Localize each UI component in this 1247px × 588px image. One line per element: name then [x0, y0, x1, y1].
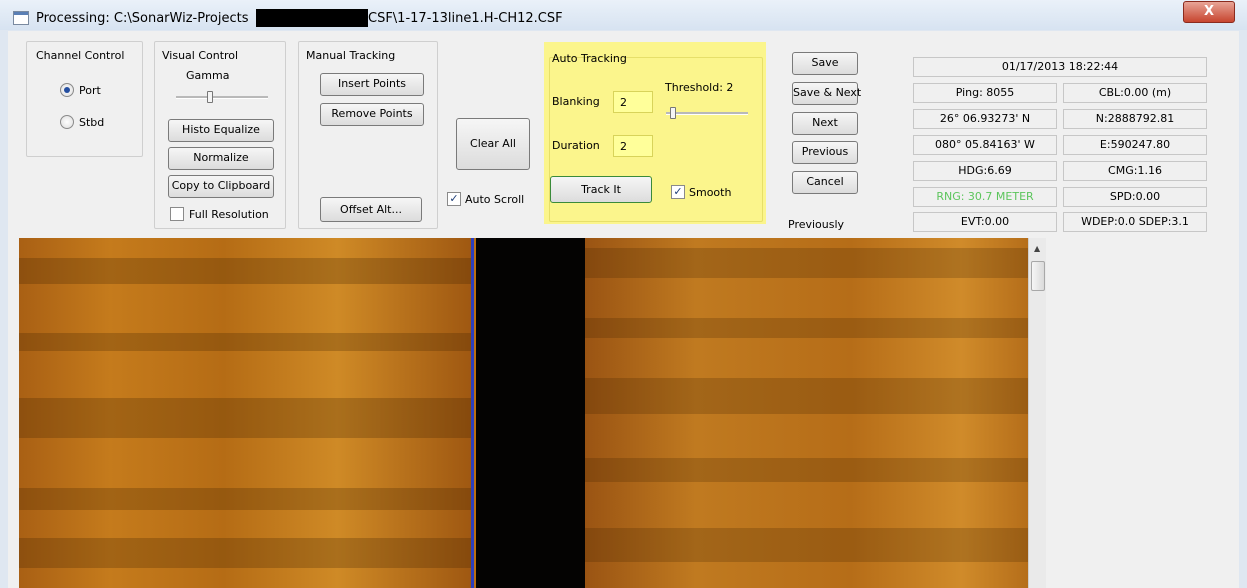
clear-all-button[interactable]: Clear All	[456, 118, 530, 170]
title-bar[interactable]: Processing: C:\SonarWiz-Projects CSF\1-1…	[0, 0, 1247, 30]
longitude-field: 080° 05.84163' W	[913, 135, 1057, 155]
insert-points-button[interactable]: Insert Points	[320, 73, 424, 96]
sonar-waterfall-display[interactable]	[19, 238, 1028, 588]
depth-field: WDEP:0.0 SDEP:3.1	[1063, 212, 1207, 232]
port-channel-image	[19, 238, 474, 588]
stbd-radio[interactable]	[60, 115, 74, 129]
threshold-label: Threshold: 2	[665, 81, 734, 94]
right-panel-empty	[1046, 238, 1239, 588]
previously-label: Previously	[788, 218, 845, 231]
event-field: EVT:0.00	[913, 212, 1057, 232]
processing-window: Processing: C:\SonarWiz-Projects CSF\1-1…	[0, 0, 1247, 588]
copy-to-clipboard-button[interactable]: Copy to Clipboard	[168, 175, 274, 198]
next-button[interactable]: Next	[792, 112, 858, 135]
scrollbar-thumb[interactable]	[1031, 261, 1045, 291]
duration-label: Duration	[552, 139, 600, 152]
blanking-label: Blanking	[552, 95, 600, 108]
full-resolution-label: Full Resolution	[189, 208, 269, 221]
port-radio[interactable]	[60, 83, 74, 97]
previous-button[interactable]: Previous	[792, 141, 858, 164]
close-button[interactable]: X	[1183, 1, 1235, 23]
blanking-input[interactable]: 2	[613, 91, 653, 113]
northing-field: N:2888792.81	[1063, 109, 1207, 129]
bottom-track-line	[471, 238, 474, 588]
latitude-field: 26° 06.93273' N	[913, 109, 1057, 129]
auto-tracking-label: Auto Tracking	[552, 52, 627, 65]
range-field: RNG: 30.7 METER	[913, 187, 1057, 207]
gamma-label: Gamma	[186, 69, 230, 82]
auto-scroll-checkbox[interactable]: ✓	[447, 192, 461, 206]
vertical-scrollbar[interactable]: ▲	[1028, 238, 1047, 588]
window-app-icon	[13, 11, 29, 25]
save-and-next-button[interactable]: Save & Next	[792, 82, 861, 105]
full-resolution-checkbox[interactable]	[170, 207, 184, 221]
cmg-field: CMG:1.16	[1063, 161, 1207, 181]
channel-control-label: Channel Control	[36, 49, 125, 62]
smooth-label: Smooth	[689, 186, 732, 199]
client-area: Channel Control Port Stbd Visual Control…	[8, 31, 1239, 588]
track-it-button[interactable]: Track It	[550, 176, 652, 203]
threshold-slider-track[interactable]	[666, 112, 748, 115]
offset-alt-button[interactable]: Offset Alt...	[320, 197, 422, 222]
stbd-label: Stbd	[79, 116, 105, 129]
manual-tracking-label: Manual Tracking	[306, 49, 396, 62]
save-button[interactable]: Save	[792, 52, 858, 75]
water-column	[476, 238, 586, 588]
histo-equalize-button[interactable]: Histo Equalize	[168, 119, 274, 142]
window-title-suffix: CSF\1-17-13line1.H-CH12.CSF	[368, 11, 563, 26]
smooth-checkbox[interactable]: ✓	[671, 185, 685, 199]
duration-input[interactable]: 2	[613, 135, 653, 157]
visual-control-label: Visual Control	[162, 49, 239, 62]
threshold-slider-thumb[interactable]	[670, 107, 676, 119]
cancel-button[interactable]: Cancel	[792, 171, 858, 194]
scroll-up-arrow-icon[interactable]: ▲	[1034, 244, 1040, 253]
port-label: Port	[79, 84, 101, 97]
cbl-field: CBL:0.00 (m)	[1063, 83, 1207, 103]
ping-field: Ping: 8055	[913, 83, 1057, 103]
speed-field: SPD:0.00	[1063, 187, 1207, 207]
remove-points-button[interactable]: Remove Points	[320, 103, 424, 126]
auto-scroll-label: Auto Scroll	[465, 193, 525, 206]
starboard-channel-image	[585, 238, 1028, 588]
datetime-field: 01/17/2013 18:22:44	[913, 57, 1207, 77]
gamma-slider-thumb[interactable]	[207, 91, 213, 103]
heading-field: HDG:6.69	[913, 161, 1057, 181]
redacted-path-block	[256, 9, 368, 27]
easting-field: E:590247.80	[1063, 135, 1207, 155]
window-title-prefix: Processing: C:\SonarWiz-Projects	[36, 11, 249, 26]
normalize-button[interactable]: Normalize	[168, 147, 274, 170]
gamma-slider-track[interactable]	[176, 96, 268, 99]
